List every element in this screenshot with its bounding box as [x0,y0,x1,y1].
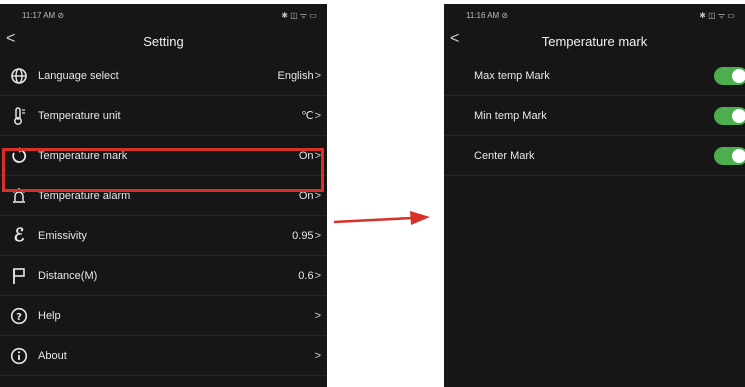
toggle-label: Min temp Mark [474,109,547,122]
info-icon [8,345,30,367]
flag-icon [8,265,30,287]
toggle-row-max-temp: Max temp Mark [444,56,745,96]
status-icons: ✱ ◫ ᯤ ▭ [699,10,735,20]
setting-row-about[interactable]: About > [0,336,327,376]
setting-row-temperature-unit[interactable]: Temperature unit ℃ > [0,96,327,136]
setting-label: Language select [38,69,119,82]
setting-label: Temperature alarm [38,189,131,202]
toggle-label: Center Mark [474,149,535,162]
toggle-knob [732,108,745,123]
thermometer-icon [8,105,30,127]
setting-value: 0.6 [298,269,314,282]
cycle-icon [8,145,30,167]
settings-screen: 11:17 AM ⊘ ✱ ◫ ᯤ ▭ < Setting Language se… [0,4,327,387]
chevron-right-icon: > [314,229,321,242]
chevron-right-icon: > [314,149,321,162]
setting-row-temperature-mark[interactable]: Temperature mark On > [0,136,327,176]
back-button[interactable]: < [450,30,459,48]
toggle-row-center: Center Mark [444,136,745,176]
status-bar: 11:17 AM ⊘ ✱ ◫ ᯤ ▭ [0,4,327,26]
setting-label: Distance(M) [38,269,98,282]
max-temp-toggle[interactable] [714,66,745,85]
toggle-knob [732,148,745,163]
chevron-right-icon: > [314,109,321,122]
setting-label: Temperature unit [38,109,121,122]
svg-text:?: ? [16,312,22,323]
setting-label: Help [38,309,61,322]
status-time: 11:16 AM ⊘ [466,10,509,20]
min-temp-toggle[interactable] [714,106,745,125]
setting-label: Emissivity [38,229,87,242]
setting-label: Temperature mark [38,149,128,162]
center-mark-toggle[interactable] [714,146,745,165]
status-time: 11:17 AM ⊘ [22,10,65,20]
globe-icon [8,65,30,87]
setting-value: On [298,189,314,202]
nav-bar: < Temperature mark [444,26,745,56]
nav-bar: < Setting [0,26,327,56]
chevron-right-icon: > [314,269,321,282]
setting-row-distance[interactable]: Distance(M) 0.6 > [0,256,327,296]
question-icon: ? [8,305,30,327]
setting-row-emissivity[interactable]: ℰ Emissivity 0.95 > [0,216,327,256]
setting-row-help[interactable]: ? Help > [0,296,327,336]
chevron-right-icon: > [314,349,321,362]
status-icons: ✱ ◫ ᯤ ▭ [281,10,317,20]
page-title: Setting [143,33,184,49]
setting-row-temperature-alarm[interactable]: Temperature alarm On > [0,176,327,216]
chevron-right-icon: > [314,309,321,322]
arrow-right-icon [333,211,430,225]
alarm-lamp-icon [8,185,30,207]
setting-row-language[interactable]: Language select English > [0,56,327,96]
setting-value: On [298,149,314,162]
epsilon-icon: ℰ [13,225,25,245]
toggle-row-min-temp: Min temp Mark [444,96,745,136]
chevron-right-icon: > [314,69,321,82]
status-bar: 11:16 AM ⊘ ✱ ◫ ᯤ ▭ [444,4,745,26]
chevron-right-icon: > [314,189,321,202]
temperature-mark-screen: 11:16 AM ⊘ ✱ ◫ ᯤ ▭ < Temperature mark Ma… [444,4,745,387]
setting-value: English [277,69,314,82]
toggle-label: Max temp Mark [474,69,550,82]
setting-value: ℃ [301,110,314,122]
setting-value: 0.95 [292,229,314,242]
toggle-knob [732,68,745,83]
back-button[interactable]: < [6,30,15,48]
setting-label: About [38,349,67,362]
page-title: Temperature mark [541,33,648,49]
